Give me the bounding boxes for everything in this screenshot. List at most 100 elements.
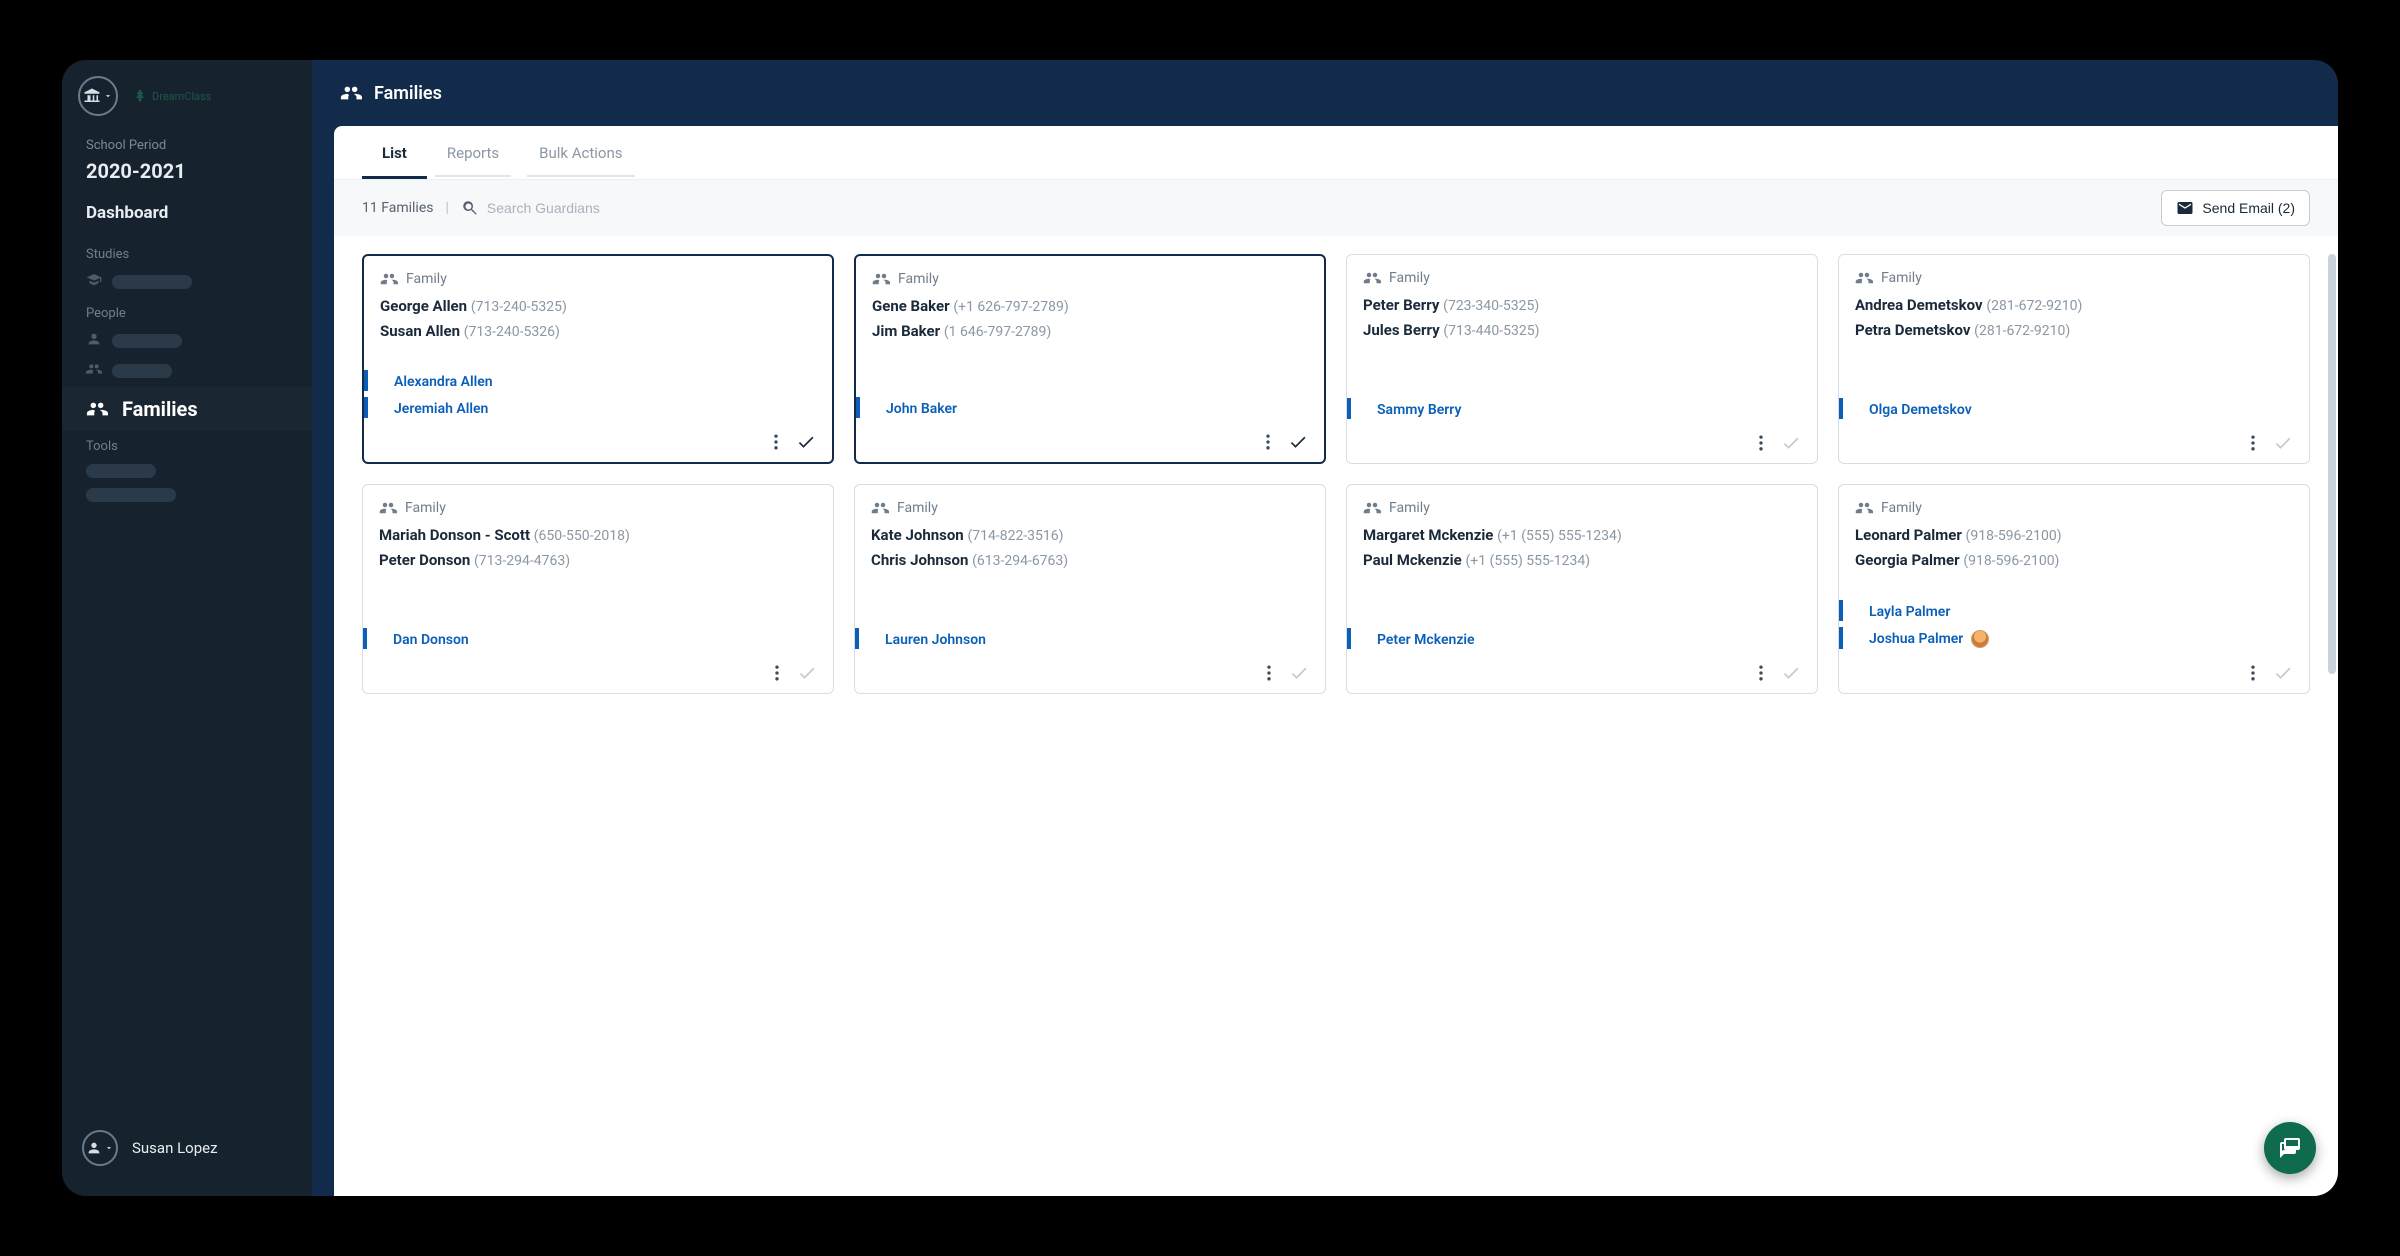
guardian-name[interactable]: Andrea Demetskov xyxy=(1855,296,1986,314)
guardian-name[interactable]: Georgia Palmer xyxy=(1855,551,1963,569)
current-user-name: Susan Lopez xyxy=(132,1139,218,1157)
more-vert-icon xyxy=(1258,432,1278,452)
more-menu-button[interactable] xyxy=(2243,433,2263,453)
more-menu-button[interactable] xyxy=(1258,432,1278,452)
card-footer xyxy=(872,424,1308,452)
guardian-phone: (918-596-2100) xyxy=(1963,553,2059,569)
guardian-phone: (281-672-9210) xyxy=(1974,323,2070,339)
nav-tools-item-1[interactable] xyxy=(62,460,312,484)
guardian-name[interactable]: Jim Baker xyxy=(872,322,944,340)
select-toggle[interactable] xyxy=(797,663,817,683)
guardian-name[interactable]: Peter Berry xyxy=(1363,296,1443,314)
person-icon xyxy=(86,1140,102,1156)
more-vert-icon xyxy=(1259,663,1279,683)
check-icon xyxy=(1289,663,1309,683)
nav-families-active[interactable]: Families xyxy=(62,387,312,431)
guardian-name[interactable]: George Allen xyxy=(380,297,471,315)
guardian-name[interactable]: Petra Demetskov xyxy=(1855,321,1974,339)
guardian-entry: Jules Berry (713-440-5325) xyxy=(1363,320,1801,341)
tab-list[interactable]: List xyxy=(362,126,427,179)
child-link[interactable]: Sammy Berry xyxy=(1377,402,1461,418)
guardian-phone: (281-672-9210) xyxy=(1986,298,2082,314)
search-input[interactable] xyxy=(487,200,667,216)
chat-fab[interactable] xyxy=(2264,1122,2316,1174)
family-card[interactable]: Family George Allen (713-240-5325) Susan A… xyxy=(362,254,834,464)
family-card[interactable]: FamilyMariah Donson - Scott (650-550-201… xyxy=(362,484,834,694)
card-type-label: Family xyxy=(406,271,447,287)
guardian-entry: Gene Baker (+1 626-797-2789) xyxy=(872,296,1308,317)
guardian-name[interactable]: Gene Baker xyxy=(872,297,953,315)
nav-dashboard[interactable]: Dashboard xyxy=(86,203,288,223)
more-menu-button[interactable] xyxy=(767,663,787,683)
guardian-entry: Georgia Palmer (918-596-2100) xyxy=(1855,550,2293,571)
child-link[interactable]: Jeremiah Allen xyxy=(394,401,488,417)
school-period-value[interactable]: 2020-2021 xyxy=(86,159,288,183)
child-link[interactable]: Joshua Palmer xyxy=(1869,630,1989,648)
guardian-entry: Susan Allen (713-240-5326) xyxy=(380,321,816,342)
child-link[interactable]: John Baker xyxy=(886,401,957,417)
guardian-name[interactable]: Paul Mckenzie xyxy=(1363,551,1465,569)
more-menu-button[interactable] xyxy=(1751,663,1771,683)
nav-tools-item-2[interactable] xyxy=(62,484,312,508)
child-link[interactable]: Olga Demetskov xyxy=(1869,402,1972,418)
guardian-entry: Peter Berry (723-340-5325) xyxy=(1363,295,1801,316)
cards-scroll-area[interactable]: Family George Allen (713-240-5325) Susan A… xyxy=(334,236,2338,1196)
select-toggle[interactable] xyxy=(2273,433,2293,453)
guardian-name[interactable]: Kate Johnson xyxy=(871,526,967,544)
tab-bulk-actions[interactable]: Bulk Actions xyxy=(519,126,642,179)
avatar xyxy=(1971,630,1989,648)
family-card[interactable]: FamilyKate Johnson (714-822-3516)Chris J… xyxy=(854,484,1326,694)
select-toggle[interactable] xyxy=(1289,663,1309,683)
more-menu-button[interactable] xyxy=(1259,663,1279,683)
guardian-name[interactable]: Margaret Mckenzie xyxy=(1363,526,1497,544)
children-list: John Baker xyxy=(872,385,1308,424)
select-toggle[interactable] xyxy=(1781,433,1801,453)
card-footer xyxy=(379,655,817,683)
guardian-phone: (1 646-797-2789) xyxy=(944,324,1051,340)
guardian-name[interactable]: Jules Berry xyxy=(1363,321,1443,339)
family-icon xyxy=(1855,499,1873,517)
select-toggle[interactable] xyxy=(1781,663,1801,683)
guardian-name[interactable]: Mariah Donson - Scott xyxy=(379,526,534,544)
child-entry: Sammy Berry xyxy=(1347,398,1801,419)
guardian-name[interactable]: Leonard Palmer xyxy=(1855,526,1966,544)
family-card[interactable]: FamilyMargaret Mckenzie (+1 (555) 555-12… xyxy=(1346,484,1818,694)
children-list: Dan Donson xyxy=(379,616,817,655)
nav-people-item-2[interactable] xyxy=(62,357,312,387)
more-menu-button[interactable] xyxy=(1751,433,1771,453)
scrollbar-thumb[interactable] xyxy=(2328,254,2336,674)
school-period-label: School Period xyxy=(86,138,288,153)
guardian-phone: (713-294-4763) xyxy=(474,553,570,569)
nav-studies-item[interactable] xyxy=(62,268,312,298)
select-toggle[interactable] xyxy=(2273,663,2293,683)
more-vert-icon xyxy=(767,663,787,683)
family-card[interactable]: FamilyAndrea Demetskov (281-672-9210)Pet… xyxy=(1838,254,2310,464)
user-menu-button[interactable] xyxy=(82,1130,118,1166)
child-link[interactable]: Peter Mckenzie xyxy=(1377,632,1475,648)
check-icon xyxy=(2273,433,2293,453)
guardian-phone: (+1 (555) 555-1234) xyxy=(1497,528,1622,544)
select-toggle[interactable] xyxy=(1288,432,1308,452)
family-card[interactable]: FamilyPeter Berry (723-340-5325)Jules Be… xyxy=(1346,254,1818,464)
guardian-name[interactable]: Peter Donson xyxy=(379,551,474,569)
more-menu-button[interactable] xyxy=(2243,663,2263,683)
nav-people-item-1[interactable] xyxy=(62,327,312,357)
child-link[interactable]: Alexandra Allen xyxy=(394,374,493,390)
guardian-phone: (713-240-5325) xyxy=(471,299,567,315)
send-email-button[interactable]: Send Email (2) xyxy=(2161,190,2310,226)
guardian-name[interactable]: Susan Allen xyxy=(380,322,464,340)
guardian-phone: (713-240-5326) xyxy=(464,324,560,340)
children-list: Layla Palmer Joshua Palmer xyxy=(1855,588,2293,655)
guardian-name[interactable]: Chris Johnson xyxy=(871,551,972,569)
children-list: Lauren Johnson xyxy=(871,616,1309,655)
family-card[interactable]: FamilyLeonard Palmer (918-596-2100)Georg… xyxy=(1838,484,2310,694)
child-link[interactable]: Dan Donson xyxy=(393,632,469,648)
more-menu-button[interactable] xyxy=(766,432,786,452)
select-toggle[interactable] xyxy=(796,432,816,452)
family-card[interactable]: FamilyGene Baker (+1 626-797-2789)Jim Ba… xyxy=(854,254,1326,464)
sidebar: DreamClass School Period 2020-2021 Dashb… xyxy=(62,60,312,1196)
org-switcher-button[interactable] xyxy=(78,76,118,116)
tab-reports[interactable]: Reports xyxy=(427,126,519,179)
child-link[interactable]: Lauren Johnson xyxy=(885,632,986,648)
child-link[interactable]: Layla Palmer xyxy=(1869,604,1950,620)
